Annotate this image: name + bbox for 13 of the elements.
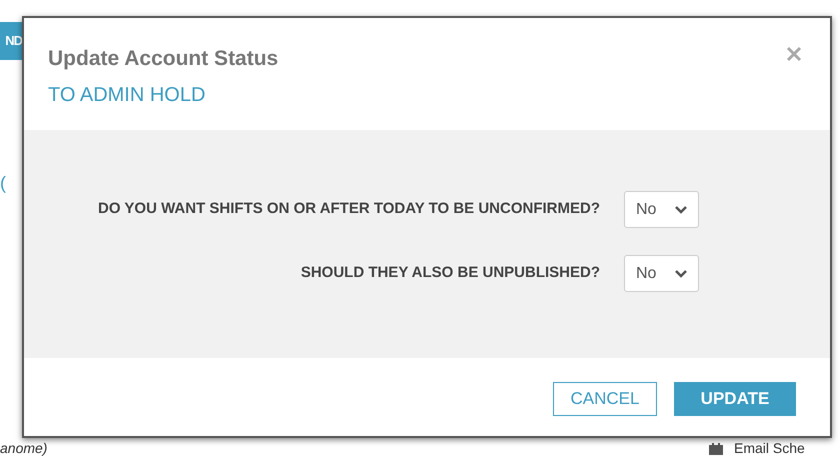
dialog-title: Update Account Status: [48, 46, 278, 72]
background-text: anome): [0, 440, 48, 456]
dialog-subtitle: TO ADMIN HOLD: [48, 83, 206, 108]
chevron-icon: [675, 270, 687, 278]
calendar-icon: [708, 442, 724, 454]
close-icon[interactable]: [786, 46, 802, 62]
select-field[interactable]: No: [624, 191, 699, 228]
background-text: (: [0, 172, 6, 194]
question-label: SHOULD THEY ALSO BE UNPUBLISHED?: [300, 263, 600, 284]
background-link[interactable]: Email Sche: [734, 441, 805, 456]
select-field[interactable]: No: [624, 255, 699, 292]
question-label: DO YOU WANT SHIFTS ON OR AFTER TODAY TO BE UNCONFIRMED?: [98, 199, 600, 220]
chevron-icon: [675, 206, 687, 214]
